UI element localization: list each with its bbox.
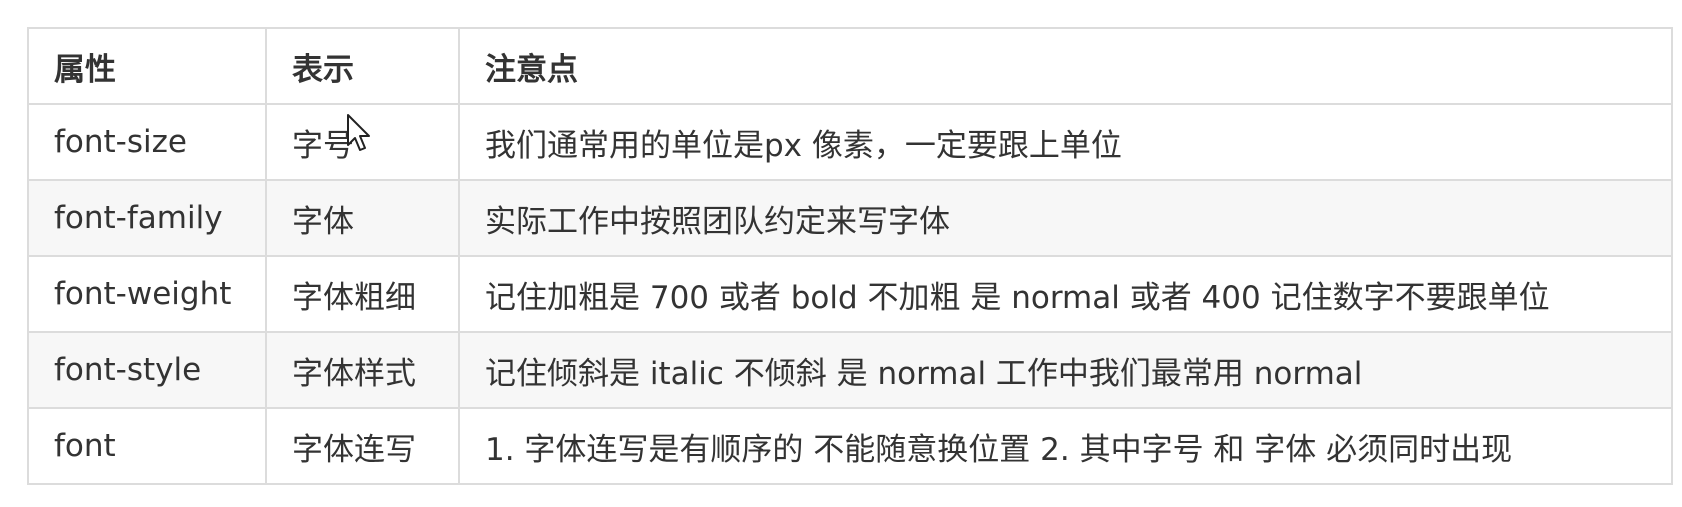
cell-property: font-style — [27, 331, 267, 409]
cell-property: font-family — [27, 179, 267, 257]
table-header: 属性 表示 注意点 — [27, 27, 1673, 105]
header-notes: 注意点 — [458, 27, 1673, 105]
cell-meaning: 字体 — [265, 179, 460, 257]
table-row: font 字体连写 1. 字体连写是有顺序的 不能随意换位置 2. 其中字号 和… — [27, 407, 1673, 485]
cell-notes: 记住加粗是 700 或者 bold 不加粗 是 normal 或者 400 记住… — [458, 255, 1673, 333]
table-row: font-size 字号 我们通常用的单位是px 像素，一定要跟上单位 — [27, 103, 1673, 181]
mouse-pointer-icon — [347, 114, 370, 151]
cell-property: font — [27, 407, 267, 485]
cell-notes: 实际工作中按照团队约定来写字体 — [458, 179, 1673, 257]
header-property: 属性 — [27, 27, 267, 105]
css-font-properties-table-container: 属性 表示 注意点 font-size 字号 我们通常用的单位是px 像素，一定… — [27, 27, 1673, 485]
table-body: font-size 字号 我们通常用的单位是px 像素，一定要跟上单位 font… — [27, 103, 1673, 485]
cell-notes: 1. 字体连写是有顺序的 不能随意换位置 2. 其中字号 和 字体 必须同时出现 — [458, 407, 1673, 485]
cell-meaning: 字体粗细 — [265, 255, 460, 333]
cell-meaning: 字体样式 — [265, 331, 460, 409]
cell-notes: 记住倾斜是 italic 不倾斜 是 normal 工作中我们最常用 norma… — [458, 331, 1673, 409]
table-row: font-style 字体样式 记住倾斜是 italic 不倾斜 是 norma… — [27, 331, 1673, 409]
table-row: font-weight 字体粗细 记住加粗是 700 或者 bold 不加粗 是… — [27, 255, 1673, 333]
cell-notes: 我们通常用的单位是px 像素，一定要跟上单位 — [458, 103, 1673, 181]
cell-meaning: 字体连写 — [265, 407, 460, 485]
cell-property: font-size — [27, 103, 267, 181]
table-row: font-family 字体 实际工作中按照团队约定来写字体 — [27, 179, 1673, 257]
cell-property: font-weight — [27, 255, 267, 333]
header-meaning: 表示 — [265, 27, 460, 105]
header-row: 属性 表示 注意点 — [27, 27, 1673, 105]
css-font-properties-table: 属性 表示 注意点 font-size 字号 我们通常用的单位是px 像素，一定… — [27, 27, 1673, 485]
